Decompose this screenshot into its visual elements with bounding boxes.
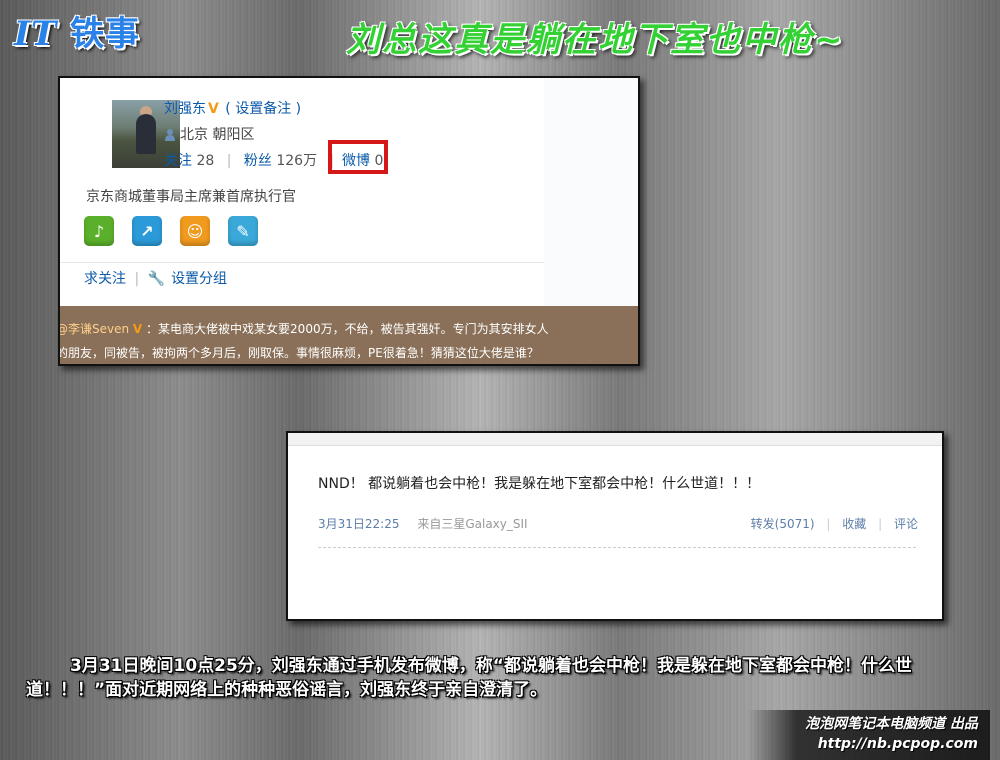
it-logo: IT 铁事 xyxy=(14,6,140,55)
weibo-count[interactable]: 0 xyxy=(374,153,383,169)
app-icon-orange[interactable]: ☺ xyxy=(180,216,210,246)
divider xyxy=(60,262,544,263)
request-follow-link[interactable]: 求关注 xyxy=(84,271,126,287)
app-icons: ♪ ↗ ☺ ✎ xyxy=(84,216,258,246)
followers-label[interactable]: 粉丝 xyxy=(244,153,272,169)
footer-credit: 泡泡网笔记本电脑频道 出品 http://nb.pcpop.com xyxy=(748,710,990,760)
location-row: 北京 朝阳区 xyxy=(164,124,254,144)
post-source: 来自三星Galaxy_SII xyxy=(417,517,528,531)
name-row: 刘强东 V ( 设置备注 ) xyxy=(164,98,301,118)
profile-bio: 京东商城董事局主席兼首席执行官 xyxy=(86,189,296,205)
action-divider: | xyxy=(826,517,831,531)
profile-actions: 求关注 | 🔧 设置分组 xyxy=(84,268,227,288)
post-actions: 转发(5071) | 收藏 | 评论 xyxy=(751,515,918,532)
set-group-link[interactable]: 设置分组 xyxy=(171,271,227,287)
post-screenshot: NND！ 都说躺着也会中枪！我是躲在地下室都会中枪！什么世道！！！ 3月31日2… xyxy=(286,431,944,621)
stats-row: 关注 28 | 粉丝 126万 | xyxy=(164,150,342,170)
actions-divider: | xyxy=(134,271,140,287)
profile-name[interactable]: 刘强东 xyxy=(164,101,206,117)
verified-icon: V xyxy=(132,322,143,336)
article-caption: 3月31日晚间10点25分，刘强东通过手机发布微博，称“都说躺着也会中枪！我是躲… xyxy=(26,656,912,700)
post-top-bar xyxy=(288,433,942,446)
verified-icon: V xyxy=(208,101,219,117)
weibo-stat[interactable]: 微博 0 xyxy=(342,150,383,170)
tweet-line-1: @李谦Seven V ：某电商大佬被中戏某女要2000万，不给，被告其强奸。专门… xyxy=(60,320,549,337)
quoted-tweet: @李谦Seven V ：某电商大佬被中戏某女要2000万，不给，被告其强奸。专门… xyxy=(60,306,638,364)
following-label[interactable]: 关注 xyxy=(164,153,192,169)
comment-link[interactable]: 评论 xyxy=(894,517,918,531)
profile-card: 刘强东 V ( 设置备注 ) 北京 朝阳区 关注 28 | 粉丝 126万 | 微… xyxy=(60,78,545,306)
weibo-label[interactable]: 微博 xyxy=(342,153,370,169)
favorite-link[interactable]: 收藏 xyxy=(842,517,866,531)
followers-count[interactable]: 126万 xyxy=(276,153,317,169)
following-count[interactable]: 28 xyxy=(196,153,214,169)
person-icon xyxy=(165,129,175,141)
app-icon-green[interactable]: ♪ xyxy=(84,216,114,246)
footer-line-1: 泡泡网笔记本电脑频道 出品 xyxy=(805,716,978,732)
post-time-link[interactable]: 3月31日22:25 xyxy=(318,517,400,531)
avatar-body xyxy=(136,114,156,154)
side-panel xyxy=(544,78,638,306)
location-text: 北京 朝阳区 xyxy=(180,127,255,143)
post-meta: 3月31日22:25 来自三星Galaxy_SII xyxy=(318,515,528,532)
logo-text: 铁事 xyxy=(70,14,141,54)
post-text: NND！ 都说躺着也会中枪！我是躲在地下室都会中枪！什么世道！！！ xyxy=(318,476,761,492)
stats-divider: | xyxy=(226,153,232,169)
logo-it: IT xyxy=(14,14,58,54)
headline-title: 刘总这真是躺在地下室也中枪~ xyxy=(346,20,845,60)
tweet-text-2: 的朋友，同被告，被拘两个多月后，刚取保。事情很麻烦，PE很着急！猜猜这位大佬是谁… xyxy=(58,346,539,360)
app-icon-blue[interactable]: ↗ xyxy=(132,216,162,246)
app-icon-sky[interactable]: ✎ xyxy=(228,216,258,246)
post-divider xyxy=(318,547,916,548)
set-remark-link[interactable]: ( 设置备注 ) xyxy=(225,101,301,117)
tweet-user-link[interactable]: @李谦Seven xyxy=(60,322,129,336)
tweet-text-1: ：某电商大佬被中戏某女要2000万，不给，被告其强奸。专门为其安排女人 xyxy=(146,322,549,336)
action-divider: | xyxy=(878,517,883,531)
profile-screenshot: 刘强东 V ( 设置备注 ) 北京 朝阳区 关注 28 | 粉丝 126万 | 微… xyxy=(58,76,640,366)
wrench-icon: 🔧 xyxy=(147,271,166,287)
footer-url[interactable]: http://nb.pcpop.com xyxy=(748,734,978,754)
repost-link[interactable]: 转发(5071) xyxy=(751,517,815,531)
